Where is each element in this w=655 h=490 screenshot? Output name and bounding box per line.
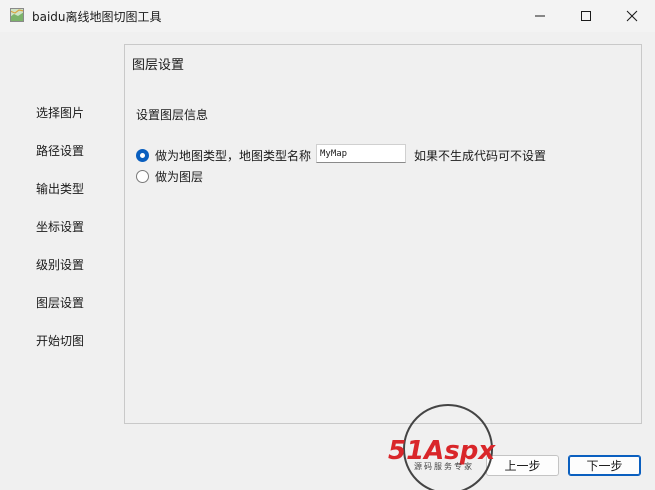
- option-map-type[interactable]: 做为地图类型，地图类型名称: [136, 147, 311, 164]
- minimize-icon: [535, 15, 545, 17]
- sidebar-item-layer-settings[interactable]: 图层设置: [36, 294, 84, 311]
- next-button[interactable]: 下一步: [568, 455, 641, 476]
- layer-settings-panel: 图层设置 设置图层信息 做为地图类型，地图类型名称 如果不生成代码可不设置 做为…: [124, 44, 642, 424]
- map-type-radio[interactable]: [136, 149, 149, 162]
- maximize-button[interactable]: [563, 0, 609, 32]
- app-window: baidu离线地图切图工具 选择图片 路径设置 输出类型 坐标设置 级别设置 图…: [0, 0, 655, 490]
- map-type-name-input[interactable]: [316, 144, 406, 163]
- sidebar-item-start-cutting[interactable]: 开始切图: [36, 332, 84, 349]
- panel-title: 图层设置: [132, 58, 185, 73]
- sidebar-item-coordinate-settings[interactable]: 坐标设置: [36, 218, 84, 235]
- minimize-button[interactable]: [517, 0, 563, 32]
- close-icon: [626, 10, 638, 22]
- map-type-label: 做为地图类型，地图类型名称: [155, 149, 312, 163]
- map-type-hint: 如果不生成代码可不设置: [414, 149, 547, 163]
- layer-label: 做为图层: [155, 170, 204, 184]
- title-bar: baidu离线地图切图工具: [0, 0, 655, 32]
- sidebar-item-path-settings[interactable]: 路径设置: [36, 142, 84, 159]
- 51aspx-watermark: 51Aspx 源码服务专家: [388, 404, 496, 490]
- sidebar-item-select-image[interactable]: 选择图片: [36, 104, 84, 121]
- sidebar-item-output-type[interactable]: 输出类型: [36, 180, 84, 197]
- close-button[interactable]: [609, 0, 655, 32]
- window-title: baidu离线地图切图工具: [32, 10, 162, 24]
- sidebar-item-level-settings[interactable]: 级别设置: [36, 256, 84, 273]
- layer-radio[interactable]: [136, 170, 149, 183]
- map-app-icon: [10, 8, 24, 22]
- section-label: 设置图层信息: [136, 108, 209, 122]
- watermark-tagline: 源码服务专家: [414, 461, 474, 471]
- maximize-icon: [581, 11, 591, 21]
- option-layer[interactable]: 做为图层: [136, 168, 203, 185]
